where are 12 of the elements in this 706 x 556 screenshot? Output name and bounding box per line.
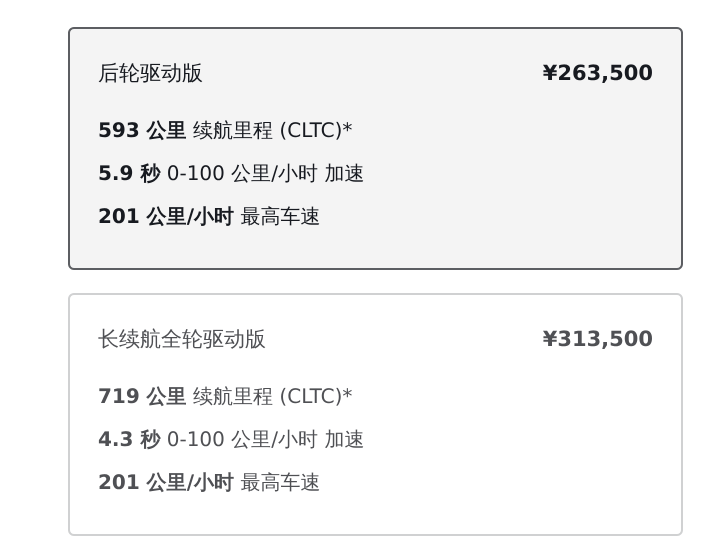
trim-name: 长续航全轮驱动版 <box>98 326 266 353</box>
spec-line: 719 公里 续航里程 (CLTC)* <box>98 383 354 410</box>
spec-line: 201 公里/小时 最高车速 <box>98 469 322 496</box>
spec-line: 593 公里 续航里程 (CLTC)* <box>98 117 354 144</box>
trim-price: ¥263,500 <box>542 61 653 85</box>
trim-option-card[interactable]: 后轮驱动版 ¥263,500 593 公里 续航里程 (CLTC)* 5.9 秒 0-100 公里/小时 加速 201 公里/小时 最高车速 <box>68 27 683 270</box>
spec-line: 201 公里/小时 最高车速 <box>98 203 322 230</box>
trim-price: ¥313,500 <box>542 327 653 351</box>
trim-option-card[interactable]: 长续航全轮驱动版 ¥313,500 719 公里 续航里程 (CLTC)* 4.3 秒 0-100 公里/小时 加速 201 公里/小时 最高车速 <box>68 293 683 536</box>
trim-name: 后轮驱动版 <box>98 60 203 87</box>
spec-line: 5.9 秒 0-100 公里/小时 加速 <box>98 160 366 187</box>
spec-line: 4.3 秒 0-100 公里/小时 加速 <box>98 426 366 453</box>
